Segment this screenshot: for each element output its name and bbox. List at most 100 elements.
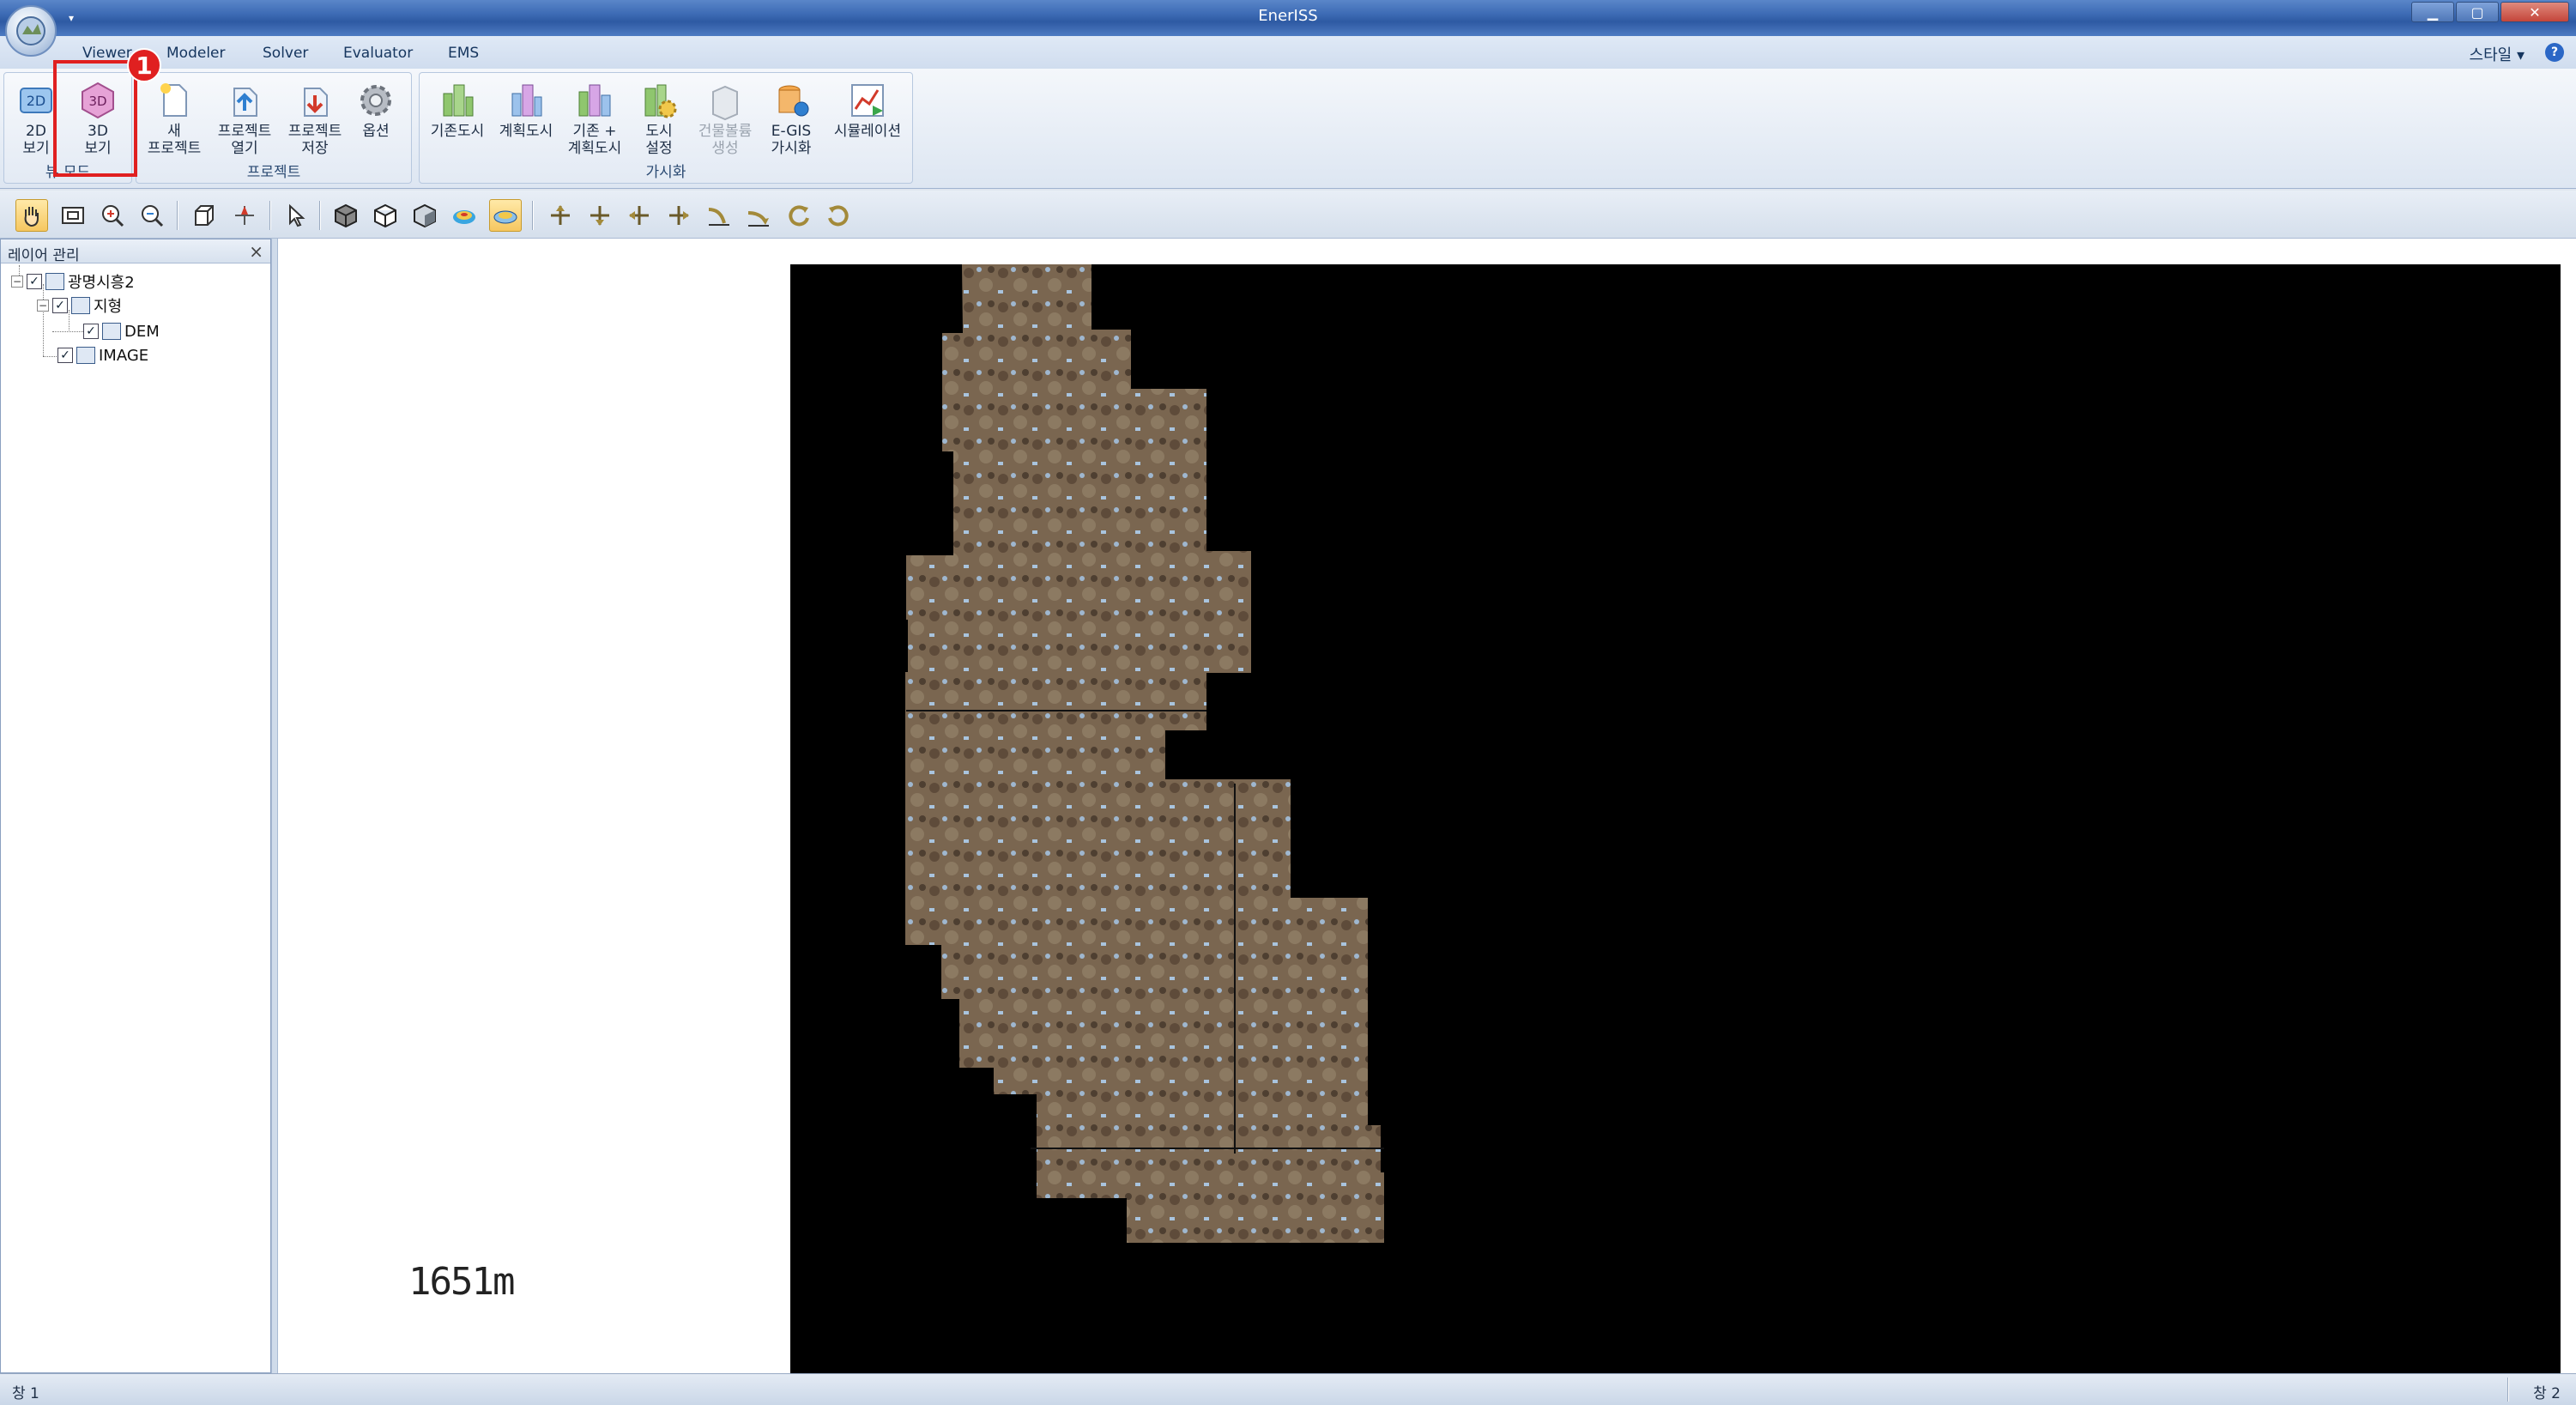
fit-extent-icon[interactable] [57, 199, 89, 232]
new-project-button[interactable]: 새 프로젝트 [140, 80, 209, 166]
tree-item-terrain[interactable]: − ✓ 지형 [37, 294, 122, 317]
options-button[interactable]: 옵션 [346, 80, 406, 166]
status-separator [2507, 1378, 2509, 1402]
zoom-out-icon[interactable] [136, 199, 168, 232]
solid-cube-icon[interactable] [330, 199, 362, 232]
shaded-cube-icon[interactable] [408, 199, 441, 232]
existing-city-button[interactable]: 기존도시 [423, 80, 492, 166]
2d-view-icon: 2D [20, 88, 52, 113]
layer-checkbox[interactable]: ✓ [52, 298, 68, 313]
new-project-icon [160, 83, 187, 117]
north-arrow-icon[interactable] [228, 199, 261, 232]
tree-item-image[interactable]: ✓ IMAGE [57, 344, 148, 366]
save-project-label: 프로젝트 저장 [287, 123, 342, 157]
panel-splitter[interactable] [271, 239, 278, 1373]
move-right-icon[interactable] [662, 199, 695, 232]
close-icon[interactable]: × [249, 241, 263, 262]
chevron-down-icon: ▾ [2516, 46, 2525, 64]
existing-planned-city-button[interactable]: 기존 + 계획도시 [560, 80, 629, 166]
planned-city-button[interactable]: 계획도시 [492, 80, 560, 166]
simulation-button[interactable]: 시뮬레이션 [825, 80, 910, 166]
planned-city-label: 계획도시 [499, 123, 553, 140]
style-menu[interactable]: 스타일 ▾ [2470, 43, 2525, 65]
city-settings-icon [644, 84, 677, 118]
move-forward-icon[interactable] [544, 199, 577, 232]
new-project-label: 새 프로젝트 [147, 123, 202, 157]
layer-checkbox[interactable]: ✓ [57, 348, 73, 363]
tilt-up-icon[interactable] [702, 199, 735, 232]
terrain-layer-icon [71, 297, 90, 314]
wire-cube-icon[interactable] [369, 199, 402, 232]
app-logo-icon [16, 16, 45, 45]
rotate-right-icon[interactable] [822, 199, 855, 232]
quick-access-dropdown-icon[interactable]: ▾ [69, 12, 74, 24]
terrain-flat-icon[interactable] [489, 199, 522, 232]
egis-visualization-button[interactable]: E-GIS 가시화 [761, 80, 821, 166]
layer-group-icon [45, 273, 64, 290]
hand-pan-icon[interactable] [15, 199, 48, 232]
dem-layer-icon [102, 323, 121, 340]
layer-panel-header: 레이어 관리 × [1, 239, 270, 264]
ribbon-group-visualization: 기존도시 계획도시 기존 + 계획도시 도시 설정 건물볼륨 생성 E-GIS … [419, 72, 913, 184]
ribbon-group-project: 새 프로젝트 프로젝트 열기 프로젝트 저장 옵션 프로젝트 [136, 72, 412, 184]
terrain-color-icon[interactable] [448, 199, 481, 232]
open-project-icon [233, 88, 257, 117]
rotate-left-icon[interactable] [783, 199, 815, 232]
building-volume-button[interactable]: 건물볼륨 생성 [691, 80, 759, 166]
box-view-icon[interactable] [187, 199, 220, 232]
collapse-icon[interactable]: − [37, 300, 49, 312]
tab-viewer[interactable]: Viewer [82, 45, 132, 62]
title-bar: EnerISS ▁ ▢ ✕ [0, 0, 2576, 36]
application-menu-button[interactable] [5, 5, 57, 57]
ribbon-group-label-visualization: 가시화 [645, 164, 686, 181]
move-back-icon[interactable] [584, 199, 616, 232]
ribbon: 2D 2D 보기 3D 3D 보기 뷰 모드 새 프로젝트 프로젝트 열기 프로… [0, 69, 2576, 189]
city-settings-label: 도시 설정 [645, 123, 673, 157]
layer-checkbox[interactable]: ✓ [83, 324, 99, 339]
tree-item-dem[interactable]: ✓ DEM [83, 320, 160, 342]
map-canvas[interactable] [790, 264, 2561, 1373]
map-viewport[interactable]: 1651m [278, 239, 2576, 1373]
status-window-2[interactable]: 창 2 [2533, 1381, 2561, 1402]
close-button[interactable]: ✕ [2500, 2, 2569, 22]
ribbon-group-label-project: 프로젝트 [246, 164, 301, 181]
tree-item-project[interactable]: − ✓ 광명시흥2 [11, 270, 135, 293]
open-project-button[interactable]: 프로젝트 열기 [210, 80, 279, 166]
minimize-button[interactable]: ▁ [2411, 2, 2454, 22]
options-label: 옵션 [362, 123, 390, 140]
tilt-down-icon[interactable] [741, 199, 774, 232]
existing-planned-city-icon [578, 84, 611, 117]
navigation-toolbar [0, 191, 2576, 239]
window-title: EnerISS [1258, 7, 1318, 25]
zoom-in-icon[interactable] [96, 199, 129, 232]
existing-city-icon [443, 84, 474, 117]
tab-ems[interactable]: EMS [448, 45, 479, 62]
tree-connector [52, 331, 87, 332]
existing-planned-city-label: 기존 + 계획도시 [567, 123, 622, 157]
tab-modeler[interactable]: Modeler [166, 45, 226, 62]
status-window-1[interactable]: 창 1 [12, 1381, 39, 1402]
annotation-highlight-box [53, 60, 137, 177]
toolbar-separator [177, 201, 178, 230]
layer-checkbox[interactable]: ✓ [27, 274, 42, 289]
layer-panel: 레이어 관리 × − ✓ 광명시흥2 − ✓ 지형 ✓ DEM ✓ IMAGE [0, 239, 271, 1373]
map-scale-label: 1651m [408, 1260, 515, 1304]
tree-item-label: IMAGE [99, 346, 149, 365]
move-left-icon[interactable] [623, 199, 656, 232]
maximize-button[interactable]: ▢ [2456, 2, 2499, 22]
aerial-imagery [905, 264, 1384, 1243]
city-settings-button[interactable]: 도시 설정 [629, 80, 689, 166]
imagery-footprint [905, 264, 1384, 1243]
tab-evaluator[interactable]: Evaluator [343, 45, 413, 62]
simulation-label: 시뮬레이션 [833, 123, 902, 140]
svg-text:2D: 2D [27, 93, 46, 109]
help-icon[interactable]: ? [2545, 43, 2564, 62]
collapse-icon[interactable]: − [11, 276, 23, 288]
tree-item-label: DEM [124, 322, 160, 341]
tab-solver[interactable]: Solver [263, 45, 308, 62]
select-pointer-icon[interactable] [280, 199, 312, 232]
app-window: EnerISS ▁ ▢ ✕ ▾ Viewer Modeler Solver Ev… [0, 0, 2576, 1405]
save-project-button[interactable]: 프로젝트 저장 [281, 80, 349, 166]
layer-panel-title: 레이어 관리 [8, 247, 80, 264]
ribbon-tab-bar: Viewer Modeler Solver Evaluator EMS 스타일 … [0, 36, 2576, 108]
